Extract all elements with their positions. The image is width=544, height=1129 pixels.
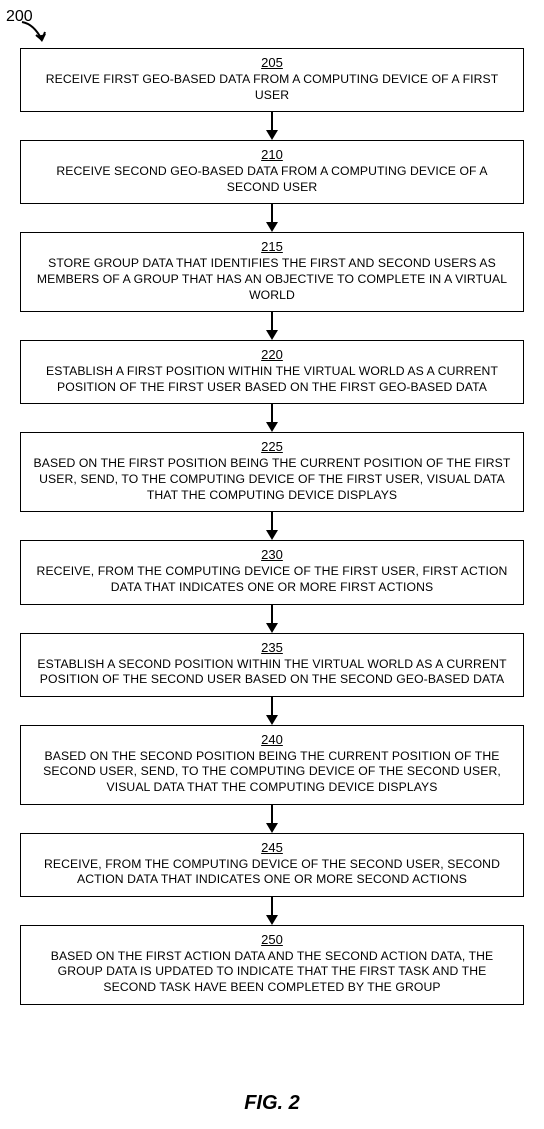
step-number: 220 — [33, 347, 511, 362]
arrow-down-icon — [266, 204, 278, 232]
flow-step: 230 RECEIVE, FROM THE COMPUTING DEVICE O… — [20, 540, 524, 604]
step-text: RECEIVE SECOND GEO-BASED DATA FROM A COM… — [33, 164, 511, 195]
flow-step: 240 BASED ON THE SECOND POSITION BEING T… — [20, 725, 524, 805]
step-text: ESTABLISH A FIRST POSITION WITHIN THE VI… — [33, 364, 511, 395]
flow-step: 205 RECEIVE FIRST GEO-BASED DATA FROM A … — [20, 48, 524, 112]
figure-caption: FIG. 2 — [0, 1092, 544, 1115]
step-number: 205 — [33, 55, 511, 70]
step-text: STORE GROUP DATA THAT IDENTIFIES THE FIR… — [33, 256, 511, 303]
step-text: ESTABLISH A SECOND POSITION WITHIN THE V… — [33, 657, 511, 688]
arrow-down-icon — [266, 897, 278, 925]
step-number: 230 — [33, 547, 511, 562]
flow-step: 215 STORE GROUP DATA THAT IDENTIFIES THE… — [20, 232, 524, 312]
flow-step: 250 BASED ON THE FIRST ACTION DATA AND T… — [20, 925, 524, 1005]
flow-step: 245 RECEIVE, FROM THE COMPUTING DEVICE O… — [20, 833, 524, 897]
arrow-down-icon — [266, 112, 278, 140]
step-number: 245 — [33, 840, 511, 855]
step-number: 225 — [33, 439, 511, 454]
arrow-down-icon — [266, 312, 278, 340]
step-text: BASED ON THE FIRST ACTION DATA AND THE S… — [33, 949, 511, 996]
arrow-down-icon — [266, 605, 278, 633]
step-number: 210 — [33, 147, 511, 162]
step-number: 250 — [33, 932, 511, 947]
arrow-down-icon — [266, 697, 278, 725]
flow-step: 235 ESTABLISH A SECOND POSITION WITHIN T… — [20, 633, 524, 697]
arrow-down-icon — [266, 404, 278, 432]
flow-step: 220 ESTABLISH A FIRST POSITION WITHIN TH… — [20, 340, 524, 404]
step-number: 215 — [33, 239, 511, 254]
flowchart-container: 205 RECEIVE FIRST GEO-BASED DATA FROM A … — [20, 48, 524, 1005]
arrow-down-icon — [266, 512, 278, 540]
arrow-down-icon — [266, 805, 278, 833]
step-text: RECEIVE FIRST GEO-BASED DATA FROM A COMP… — [33, 72, 511, 103]
step-text: BASED ON THE FIRST POSITION BEING THE CU… — [33, 456, 511, 503]
step-number: 240 — [33, 732, 511, 747]
flow-step: 225 BASED ON THE FIRST POSITION BEING TH… — [20, 432, 524, 512]
step-text: BASED ON THE SECOND POSITION BEING THE C… — [33, 749, 511, 796]
step-text: RECEIVE, FROM THE COMPUTING DEVICE OF TH… — [33, 857, 511, 888]
step-number: 235 — [33, 640, 511, 655]
flow-step: 210 RECEIVE SECOND GEO-BASED DATA FROM A… — [20, 140, 524, 204]
step-text: RECEIVE, FROM THE COMPUTING DEVICE OF TH… — [33, 564, 511, 595]
